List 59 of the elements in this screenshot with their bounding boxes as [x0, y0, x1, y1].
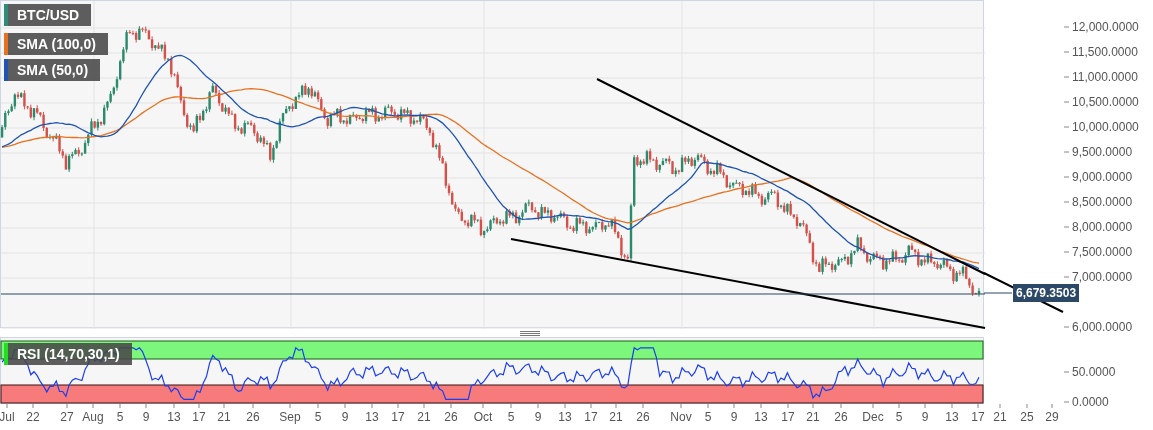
- price-axis-label: 10,500.0000: [1072, 95, 1139, 109]
- price-axis-label: 7,000.0000: [1072, 270, 1133, 284]
- price-axis-label: 10,000.0000: [1072, 120, 1139, 134]
- date-axis-label: 17: [781, 410, 795, 424]
- date-axis-label: 9: [921, 410, 929, 424]
- date-axis-label: 17: [192, 410, 206, 424]
- date-axis-label: 9: [142, 410, 150, 424]
- date-axis-label: 26: [834, 410, 848, 424]
- date-axis-label: 21: [609, 410, 623, 424]
- legend-label: BTC/USD: [4, 4, 92, 26]
- rsi-axis-label: 50.0000: [1072, 365, 1116, 379]
- price-axis-label: 8,000.0000: [1072, 220, 1133, 234]
- price-axis-label: 11,500.0000: [1072, 45, 1138, 59]
- date-axis-label: 21: [417, 410, 431, 424]
- legend-label: SMA (100,0): [4, 33, 108, 55]
- date-axis-label: 21: [993, 410, 1007, 424]
- date-axis-label: 26: [444, 410, 458, 424]
- date-axis-label: 22: [26, 410, 40, 424]
- date-axis-label: 25: [1020, 410, 1034, 424]
- rsi-axis-label: 0.0000: [1072, 395, 1109, 409]
- price-axis-label: 8,500.0000: [1072, 195, 1133, 209]
- resize-handle-icon: [520, 331, 540, 336]
- date-axis-label: 29: [1045, 410, 1059, 424]
- date-axis-label: 13: [365, 410, 379, 424]
- date-axis-label: 5: [704, 410, 712, 424]
- date-axis-label: 13: [754, 410, 768, 424]
- date-axis-label: 21: [806, 410, 820, 424]
- date-axis-label: 5: [895, 410, 903, 424]
- price-axis-label: 9,000.0000: [1072, 170, 1133, 184]
- price-axis-label: 12,000.0000: [1072, 20, 1139, 34]
- date-axis-label: 5: [314, 410, 322, 424]
- date-axis-label: 9: [730, 410, 738, 424]
- date-axis-label: 13: [945, 410, 959, 424]
- date-axis-label: 27: [60, 410, 74, 424]
- date-axis-label: Oct: [473, 410, 493, 424]
- date-axis-label: 13: [558, 410, 572, 424]
- date-axis-label: 5: [116, 410, 124, 424]
- date-axis-label: 9: [341, 410, 349, 424]
- date-axis-label: 17: [391, 410, 405, 424]
- price-axis-label: 7,500.0000: [1072, 245, 1133, 259]
- date-axis-label: 9: [534, 410, 542, 424]
- date-axis-label: Sep: [279, 410, 301, 424]
- date-axis-label: Dec: [862, 410, 884, 424]
- date-axis-label: 5: [507, 410, 515, 424]
- date-axis-label: 17: [584, 410, 598, 424]
- date-axis-label: Nov: [670, 410, 692, 424]
- date-axis-label: Aug: [82, 410, 104, 424]
- date-axis-label: Jul: [0, 410, 15, 424]
- date-axis-label: 21: [217, 410, 231, 424]
- price-axis-label: 9,500.0000: [1072, 145, 1133, 159]
- date-axis-label: 17: [971, 410, 985, 424]
- last-price-label: 6,679.3503: [1013, 284, 1080, 302]
- price-axis-label: 11,000.0000: [1072, 70, 1138, 84]
- date-axis-label: 13: [167, 410, 181, 424]
- legend-label: SMA (50,0): [4, 59, 101, 81]
- price-axis-label: 6,000.0000: [1072, 320, 1133, 334]
- date-axis-label: 26: [246, 410, 260, 424]
- date-axis-label: 26: [636, 410, 650, 424]
- legend-label: RSI (14,70,30,1): [4, 343, 132, 365]
